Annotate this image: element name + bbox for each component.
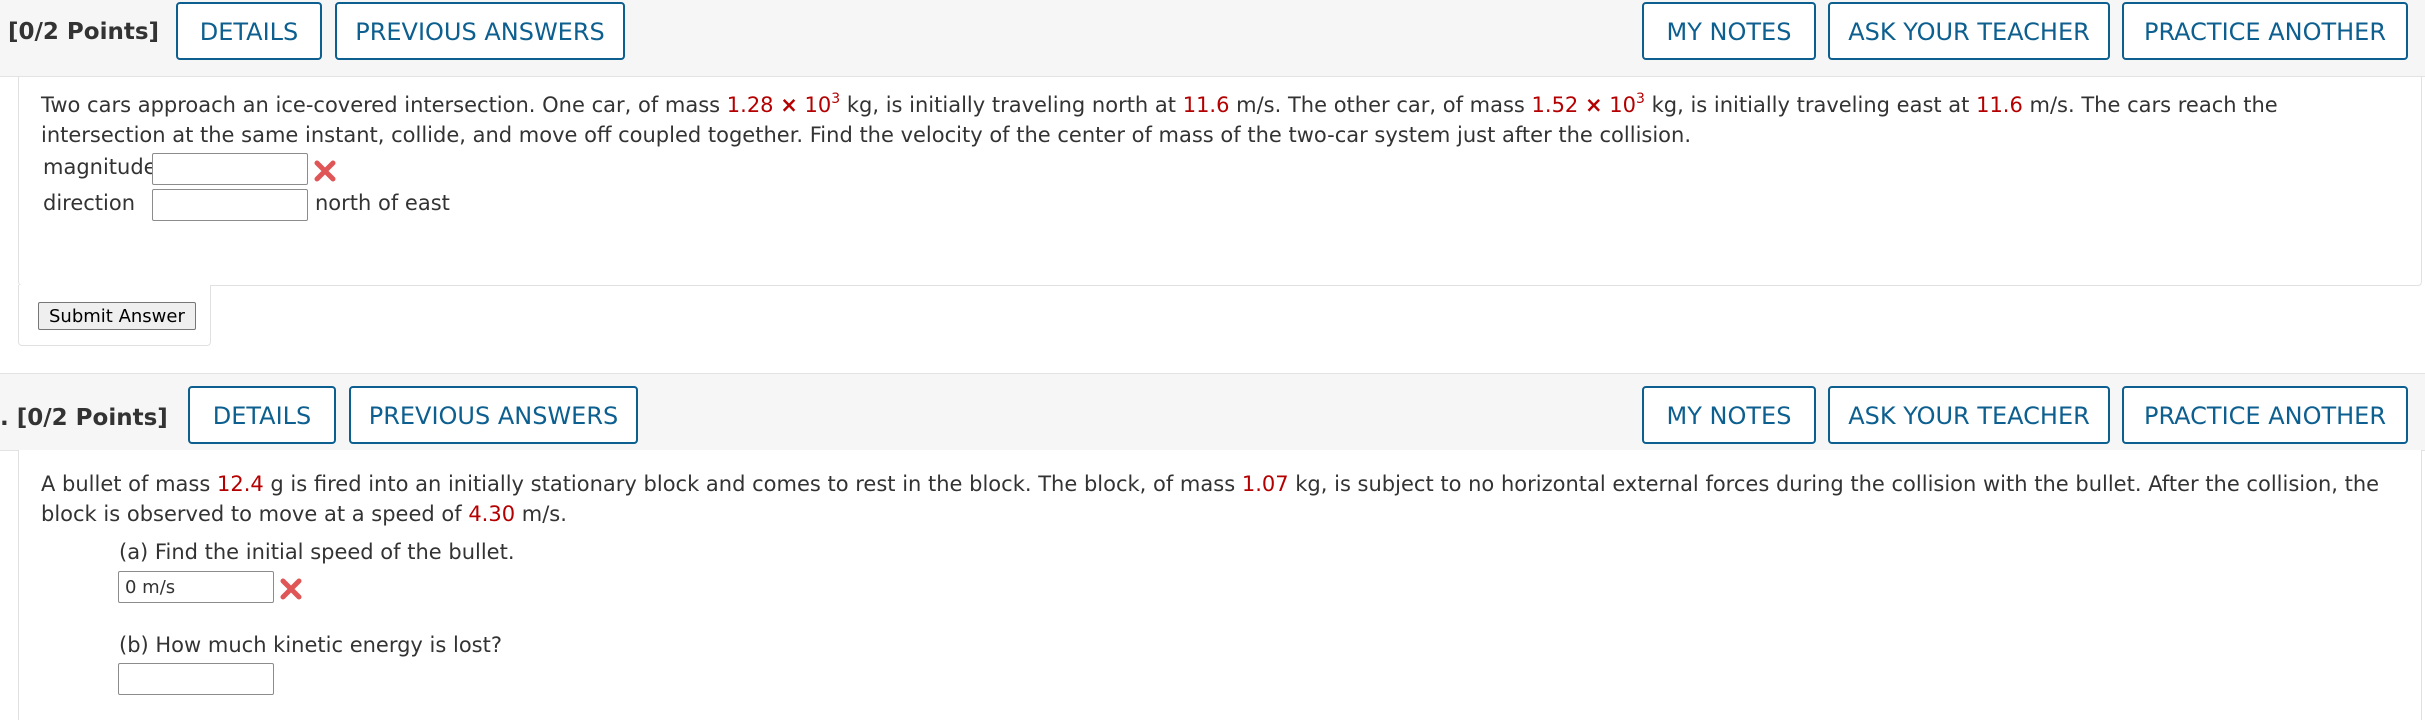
submit-answer-button[interactable]: Submit Answer: [38, 302, 196, 330]
incorrect-x-icon: [280, 578, 302, 600]
incorrect-x-icon: [314, 160, 336, 182]
question-1-body: Two cars approach an ice-covered interse…: [18, 77, 2422, 286]
direction-unit: north of east: [315, 191, 450, 215]
my-notes-button[interactable]: MY NOTES: [1642, 386, 1816, 444]
mass-2-value: 1.52 × 103: [1531, 91, 1645, 117]
question-2-body: A bullet of mass 12.4 g is fired into an…: [18, 450, 2422, 720]
previous-answers-button[interactable]: PREVIOUS ANSWERS: [349, 386, 638, 444]
direction-label: direction: [43, 191, 136, 215]
my-notes-button[interactable]: MY NOTES: [1642, 2, 1816, 60]
stem-text: A bullet of mass: [41, 472, 217, 496]
details-button[interactable]: DETAILS: [176, 2, 322, 60]
stem-text: g is fired into an initially stationary …: [263, 472, 1242, 496]
stem-text: m/s.: [515, 502, 567, 526]
part-b-input[interactable]: [118, 663, 274, 695]
direction-input[interactable]: [152, 189, 308, 221]
magnitude-label: magnitude: [43, 155, 157, 179]
magnitude-input[interactable]: [152, 153, 308, 185]
stem-text: kg, is initially traveling north at: [840, 93, 1183, 117]
practice-another-button[interactable]: PRACTICE ANOTHER: [2122, 386, 2408, 444]
points-score: [0/2 Points]: [8, 19, 160, 45]
block-mass-value: 1.07: [1241, 472, 1289, 496]
stem-text: kg, is initially traveling east at: [1644, 93, 1977, 117]
mass-1-value: 1.28 × 103: [726, 91, 841, 117]
part-a-input[interactable]: [118, 571, 274, 603]
bullet-mass-value: 12.4: [216, 472, 264, 496]
previous-answers-button[interactable]: PREVIOUS ANSWERS: [335, 2, 625, 60]
ask-your-teacher-button[interactable]: ASK YOUR TEACHER: [1828, 2, 2110, 60]
question-1-text: Two cars approach an ice-covered interse…: [41, 90, 2403, 150]
submit-area: Submit Answer: [18, 285, 211, 346]
question-2-text: A bullet of mass 12.4 g is fired into an…: [41, 469, 2403, 529]
stem-text: m/s. The other car, of mass: [1229, 93, 1532, 117]
stem-text: Two cars approach an ice-covered interse…: [41, 93, 727, 117]
details-button[interactable]: DETAILS: [188, 386, 336, 444]
ask-your-teacher-button[interactable]: ASK YOUR TEACHER: [1828, 386, 2110, 444]
points-score: . [0/2 Points]: [0, 405, 168, 431]
block-speed-value: 4.30: [468, 502, 516, 526]
practice-another-button[interactable]: PRACTICE ANOTHER: [2122, 2, 2408, 60]
question-1-header: [0/2 Points] DETAILS PREVIOUS ANSWERS MY…: [0, 0, 2425, 77]
speed-1-value: 11.6: [1182, 93, 1230, 117]
question-2-header: . [0/2 Points] DETAILS PREVIOUS ANSWERS …: [0, 373, 2425, 451]
part-b-label: (b) How much kinetic energy is lost?: [119, 633, 502, 657]
speed-2-value: 11.6: [1976, 93, 2023, 117]
part-a-label: (a) Find the initial speed of the bullet…: [119, 540, 515, 564]
